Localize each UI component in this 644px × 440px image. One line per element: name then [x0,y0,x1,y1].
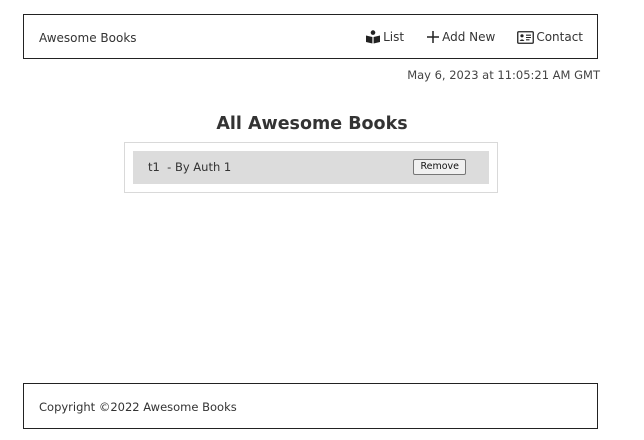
nav-item-list[interactable]: List [365,28,404,46]
copyright-text: Copyright ©2022 Awesome Books [39,400,237,414]
site-header: Awesome Books List Add New Contact [23,14,598,59]
brand-logo-text: Awesome Books [39,31,137,45]
nav-item-add-new-label: Add New [442,30,496,44]
site-footer: Copyright ©2022 Awesome Books [23,383,598,429]
current-date: May 6, 2023 at 11:05:21 AM GMT [407,68,600,82]
book-list: t1 - By Auth 1 Remove [124,142,498,193]
page-title: All Awesome Books [216,114,408,134]
nav-item-list-label: List [383,30,405,44]
plus-icon [426,30,440,44]
contact-card-icon [517,30,535,44]
nav-item-contact-label: Contact [536,30,583,44]
nav-item-add-new[interactable]: Add New [426,28,495,46]
main-nav: List Add New Contact [365,28,583,46]
nav-item-contact[interactable]: Contact [517,28,583,46]
list-item: t1 - By Auth 1 Remove [133,151,489,184]
book-reader-icon [365,30,381,44]
remove-button[interactable]: Remove [413,159,466,175]
book-title-author: t1 - By Auth 1 [148,160,232,174]
